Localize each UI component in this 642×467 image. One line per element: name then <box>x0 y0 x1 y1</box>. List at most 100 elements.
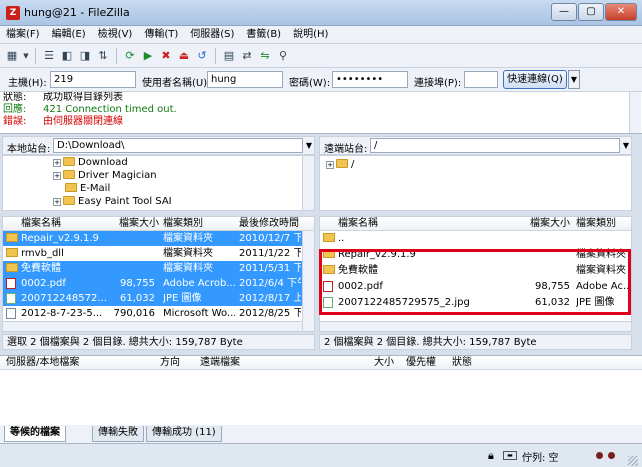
filter-icon[interactable]: ▤ <box>221 48 237 64</box>
col-status[interactable]: 狀態 <box>452 357 472 369</box>
menu-edit[interactable]: 編輯(E) <box>46 26 92 44</box>
tree-item[interactable]: + Driver Magician <box>3 169 314 182</box>
filezilla-app-icon: Z <box>6 6 20 20</box>
pdf-file-icon <box>6 278 16 289</box>
dropdown-icon[interactable]: ▼ <box>22 48 30 64</box>
expand-icon[interactable]: + <box>53 159 61 167</box>
local-path-bar: 本地站台: D:\Download\ ▼ <box>2 136 315 155</box>
col-modified[interactable]: 最後修改時間 <box>239 218 299 230</box>
remote-path-dropdown-icon[interactable]: ▼ <box>621 138 631 153</box>
search-icon[interactable]: ⚲ <box>275 48 291 64</box>
log-scrollbar[interactable] <box>629 92 641 133</box>
col-filetype[interactable]: 檔案類別 <box>576 218 616 230</box>
upload-indicator-icon <box>596 452 603 459</box>
file-row[interactable]: 免費軟體 檔案資料夾 2011/5/31 下午 <box>3 261 314 276</box>
file-type: 檔案資料夾 <box>163 233 213 244</box>
file-name: 200712248572... <box>21 293 107 304</box>
col-remote-file[interactable]: 遠端檔案 <box>200 357 240 369</box>
folder-icon <box>6 263 18 272</box>
tree-item[interactable]: + Easy Paint Tool SAI <box>3 195 314 208</box>
host-label: 主機(H): <box>8 78 47 89</box>
col-filetype[interactable]: 檔案類別 <box>163 218 203 230</box>
expand-icon[interactable]: + <box>326 161 334 169</box>
col-filename[interactable]: 檔案名稱 <box>21 218 61 230</box>
local-file-list: 檔案名稱 檔案大小 檔案類別 最後修改時間 Repair_v2.9.1.9 檔案資… <box>2 216 315 332</box>
menu-server[interactable]: 伺服器(S) <box>184 26 240 44</box>
file-row[interactable]: 200712248572... 61,032 JPE 圖像 2012/8/17 上午 <box>3 291 314 306</box>
maximize-button[interactable]: ▢ <box>578 3 604 21</box>
username-input[interactable] <box>207 71 283 88</box>
file-file-icon <box>6 308 16 319</box>
resize-grip-icon[interactable] <box>628 456 638 466</box>
remote-list-hscrollbar[interactable] <box>320 321 631 331</box>
folder-icon <box>6 233 18 242</box>
file-row[interactable]: Repair_v2.9.1.9 檔案資料夾 2010/12/7 下午 <box>3 231 314 246</box>
col-filesize[interactable]: 檔案大小 <box>119 218 159 230</box>
tab-failed-transfers[interactable]: 傳輸失敗 <box>92 426 144 442</box>
file-row[interactable]: 0002.pdf 98,755 Adobe Acrob... 2012/6/4 下午 <box>3 276 314 291</box>
file-modified: 2012/8/25 下午 <box>239 308 301 319</box>
sync-browse-icon[interactable]: ⇋ <box>257 48 273 64</box>
port-input[interactable] <box>464 71 498 88</box>
menu-view[interactable]: 檢視(V) <box>92 26 139 44</box>
message-log-icon[interactable]: ☰ <box>41 48 57 64</box>
file-row[interactable]: .. <box>320 231 631 247</box>
local-tree-icon[interactable]: ◧ <box>59 48 75 64</box>
local-path-input[interactable]: D:\Download\ <box>53 138 303 153</box>
quickconnect-button[interactable]: 快速連線(Q) <box>503 70 567 89</box>
folder-icon <box>63 170 75 179</box>
col-size[interactable]: 大小 <box>374 357 394 369</box>
cancel-icon[interactable]: ✖ <box>158 48 174 64</box>
remote-site-label: 遠端站台: <box>324 144 368 155</box>
local-path-dropdown-icon[interactable]: ▼ <box>304 138 314 153</box>
local-rows: Repair_v2.9.1.9 檔案資料夾 2010/12/7 下午 rmvb_dll… <box>3 231 314 321</box>
local-list-hscrollbar[interactable] <box>3 321 302 331</box>
col-server-local[interactable]: 伺服器/本地檔案 <box>6 357 79 369</box>
log-text: 成功取得目錄列表 <box>43 92 123 103</box>
file-row[interactable]: 2012-8-7-23-5... 790,016 Microsoft Wo... 20… <box>3 306 314 321</box>
file-name: 0002.pdf <box>21 278 66 289</box>
local-tree-scrollbar[interactable] <box>302 156 314 210</box>
col-filesize[interactable]: 檔案大小 <box>530 218 570 230</box>
col-priority[interactable]: 優先權 <box>406 357 436 369</box>
minimize-button[interactable]: — <box>551 3 577 21</box>
server-manager-icon[interactable]: ▦ <box>4 48 20 64</box>
expand-icon[interactable]: + <box>53 172 61 180</box>
col-direction[interactable]: 方向 <box>160 357 180 369</box>
tab-successful-transfers[interactable]: 傳輸成功 (11) <box>146 426 222 442</box>
quickconnect-history-dropdown[interactable]: ▼ <box>568 70 580 89</box>
speed-limit-icon[interactable]: ▬ <box>503 451 517 460</box>
compare-icon[interactable]: ⇄ <box>239 48 255 64</box>
menu-bookmarks[interactable]: 書籤(B) <box>240 26 287 44</box>
remote-tree-icon[interactable]: ◨ <box>77 48 93 64</box>
menu-transfer[interactable]: 傳輸(T) <box>138 26 184 44</box>
password-input[interactable] <box>332 71 408 88</box>
tab-queued-files[interactable]: 等候的檔案 <box>4 426 66 442</box>
col-filename[interactable]: 檔案名稱 <box>338 218 378 230</box>
password-label: 密碼(W): <box>289 78 331 89</box>
queue-icon[interactable]: ⇅ <box>95 48 111 64</box>
log-entry: 回應: 421 Connection timed out. <box>0 104 642 116</box>
remote-status: 2 個檔案與 2 個目錄. 總共大小: 159,787 Byte <box>319 334 632 350</box>
file-row[interactable]: rmvb_dll 檔案資料夾 2011/1/22 下午 <box>3 246 314 261</box>
refresh-icon[interactable]: ⟳ <box>122 48 138 64</box>
expand-icon[interactable]: + <box>53 198 61 206</box>
menu-file[interactable]: 檔案(F) <box>0 26 46 44</box>
file-type: 檔案資料夾 <box>163 248 213 259</box>
process-queue-icon[interactable]: ▶ <box>140 48 156 64</box>
reconnect-icon[interactable]: ↺ <box>194 48 210 64</box>
remote-path-input[interactable]: / <box>370 138 620 153</box>
file-type: 檔案資料夾 <box>163 263 213 274</box>
tree-item[interactable]: + Download <box>3 156 314 169</box>
disconnect-icon[interactable]: ⏏ <box>176 48 192 64</box>
tree-item[interactable]: + / <box>320 158 631 171</box>
local-list-vscrollbar[interactable] <box>302 231 314 331</box>
tree-item[interactable]: E-Mail <box>3 182 314 195</box>
file-modified: 2011/1/22 下午 <box>239 248 301 259</box>
host-input[interactable] <box>50 71 136 88</box>
local-status: 選取 2 個檔案與 2 個目錄. 總共大小: 159,787 Byte <box>2 334 315 350</box>
file-name: 免費軟體 <box>21 263 61 274</box>
menu-help[interactable]: 說明(H) <box>287 26 334 44</box>
close-button[interactable]: ✕ <box>605 3 637 21</box>
remote-path-bar: 遠端站台: / ▼ <box>319 136 632 155</box>
